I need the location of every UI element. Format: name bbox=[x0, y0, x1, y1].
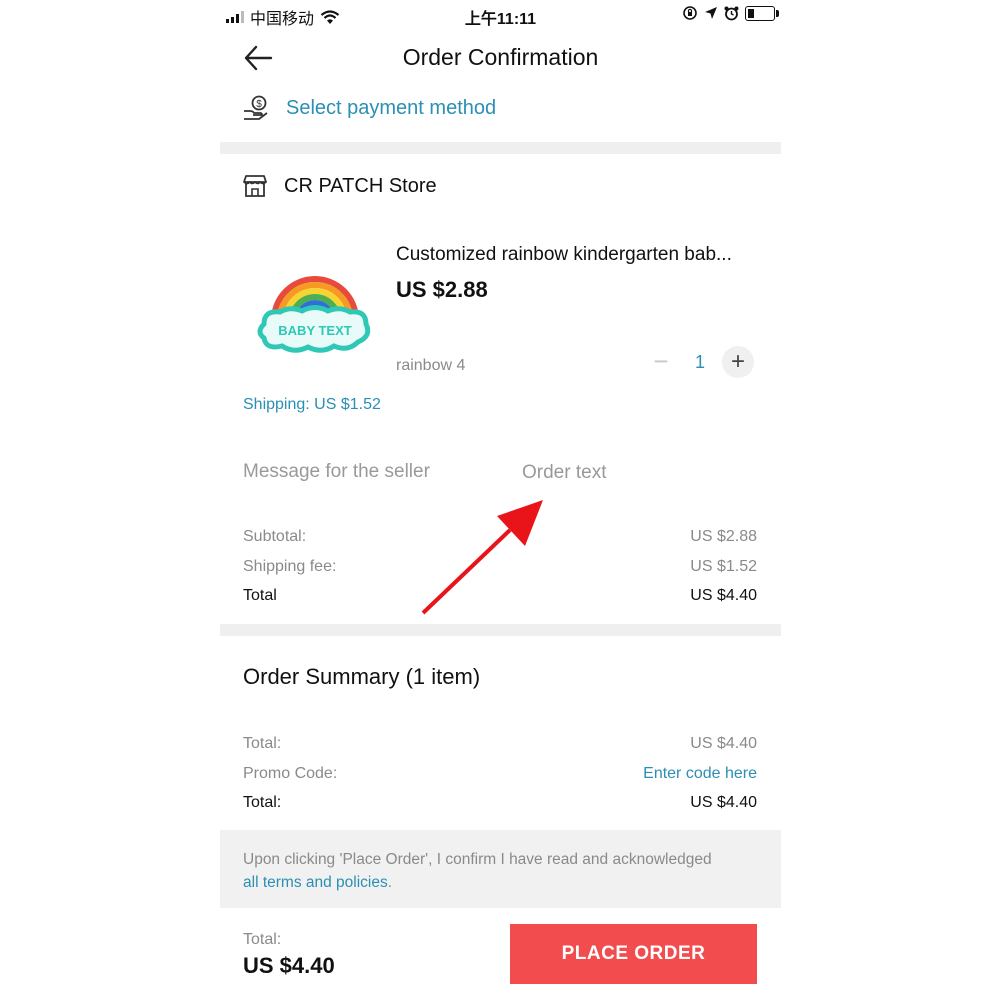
page-title: Order Confirmation bbox=[402, 44, 599, 70]
terms-notice: Upon clicking 'Place Order', I confirm I… bbox=[220, 830, 781, 908]
subtotal-label: Subtotal: bbox=[243, 528, 307, 545]
summary-total-value: US $4.40 bbox=[690, 735, 757, 752]
terms-text: Upon clicking 'Place Order', I confirm I… bbox=[243, 851, 712, 868]
alarm-icon bbox=[724, 6, 739, 20]
store-total-row: Total US $4.40 bbox=[243, 587, 757, 605]
orientation-lock-icon bbox=[683, 6, 697, 20]
select-payment-method-label[interactable]: Select payment method bbox=[286, 97, 496, 120]
summary-total-label: Total: bbox=[243, 735, 282, 752]
grand-total-row: Total: US $4.40 bbox=[243, 794, 757, 812]
section-divider bbox=[220, 142, 781, 154]
battery-icon bbox=[745, 5, 779, 21]
place-order-button[interactable]: PLACE ORDER bbox=[510, 924, 757, 984]
shipping-fee-value: US $1.52 bbox=[690, 558, 757, 575]
grand-total-value: US $4.40 bbox=[690, 794, 757, 811]
quantity-increase-button[interactable]: + bbox=[722, 346, 754, 378]
store-icon bbox=[243, 175, 267, 197]
subtotal-value: US $2.88 bbox=[690, 528, 757, 545]
select-payment-method-row[interactable]: $ Select payment method bbox=[242, 90, 496, 126]
store-total-label: Total bbox=[243, 587, 277, 604]
grand-total-label: Total: bbox=[243, 794, 282, 811]
section-divider bbox=[220, 624, 781, 636]
product-variant: rainbow 4 bbox=[396, 357, 466, 374]
order-summary-title: Order Summary (1 item) bbox=[243, 664, 481, 689]
summary-total-row: Total: US $4.40 bbox=[243, 735, 757, 753]
subtotal-row: Subtotal: US $2.88 bbox=[243, 528, 757, 546]
store-total-value: US $4.40 bbox=[690, 587, 757, 604]
phone-screen: 中国移动 上午11:11 Order Confirmation $ Select… bbox=[220, 0, 781, 1000]
promo-code-link[interactable]: Enter code here bbox=[643, 765, 757, 783]
promo-code-row: Promo Code: Enter code here bbox=[243, 765, 757, 783]
status-right bbox=[682, 5, 779, 21]
location-icon bbox=[705, 7, 717, 19]
product-title[interactable]: Customized rainbow kindergarten bab... bbox=[396, 244, 766, 266]
store-name[interactable]: CR PATCH Store bbox=[284, 175, 437, 198]
shipping-option-link[interactable]: Shipping: US $1.52 bbox=[243, 396, 381, 414]
promo-code-label: Promo Code: bbox=[243, 765, 338, 782]
quantity-decrease-button[interactable]: − bbox=[646, 347, 676, 377]
terms-link[interactable]: all terms and policies bbox=[243, 874, 388, 891]
shipping-fee-label: Shipping fee: bbox=[243, 558, 337, 575]
product-price: US $2.88 bbox=[396, 277, 488, 302]
footer-total-label: Total: bbox=[243, 931, 282, 948]
seller-message-label: Message for the seller bbox=[243, 461, 430, 482]
payment-hand-coin-icon: $ bbox=[244, 95, 268, 120]
svg-text:$: $ bbox=[256, 99, 262, 110]
product-image-text: BABY TEXT bbox=[278, 323, 351, 338]
seller-message-input[interactable] bbox=[520, 458, 764, 488]
terms-suffix: . bbox=[387, 874, 393, 891]
footer-total-amount: US $4.40 bbox=[243, 953, 335, 978]
store-row[interactable]: CR PATCH Store bbox=[242, 173, 437, 199]
quantity-value: 1 bbox=[694, 352, 705, 372]
shipping-fee-row: Shipping fee: US $1.52 bbox=[243, 558, 757, 576]
product-image[interactable]: BABY TEXT bbox=[250, 262, 380, 362]
status-bar: 中国移动 上午11:11 bbox=[220, 0, 781, 30]
terms-text-block: Upon clicking 'Place Order', I confirm I… bbox=[243, 848, 763, 894]
